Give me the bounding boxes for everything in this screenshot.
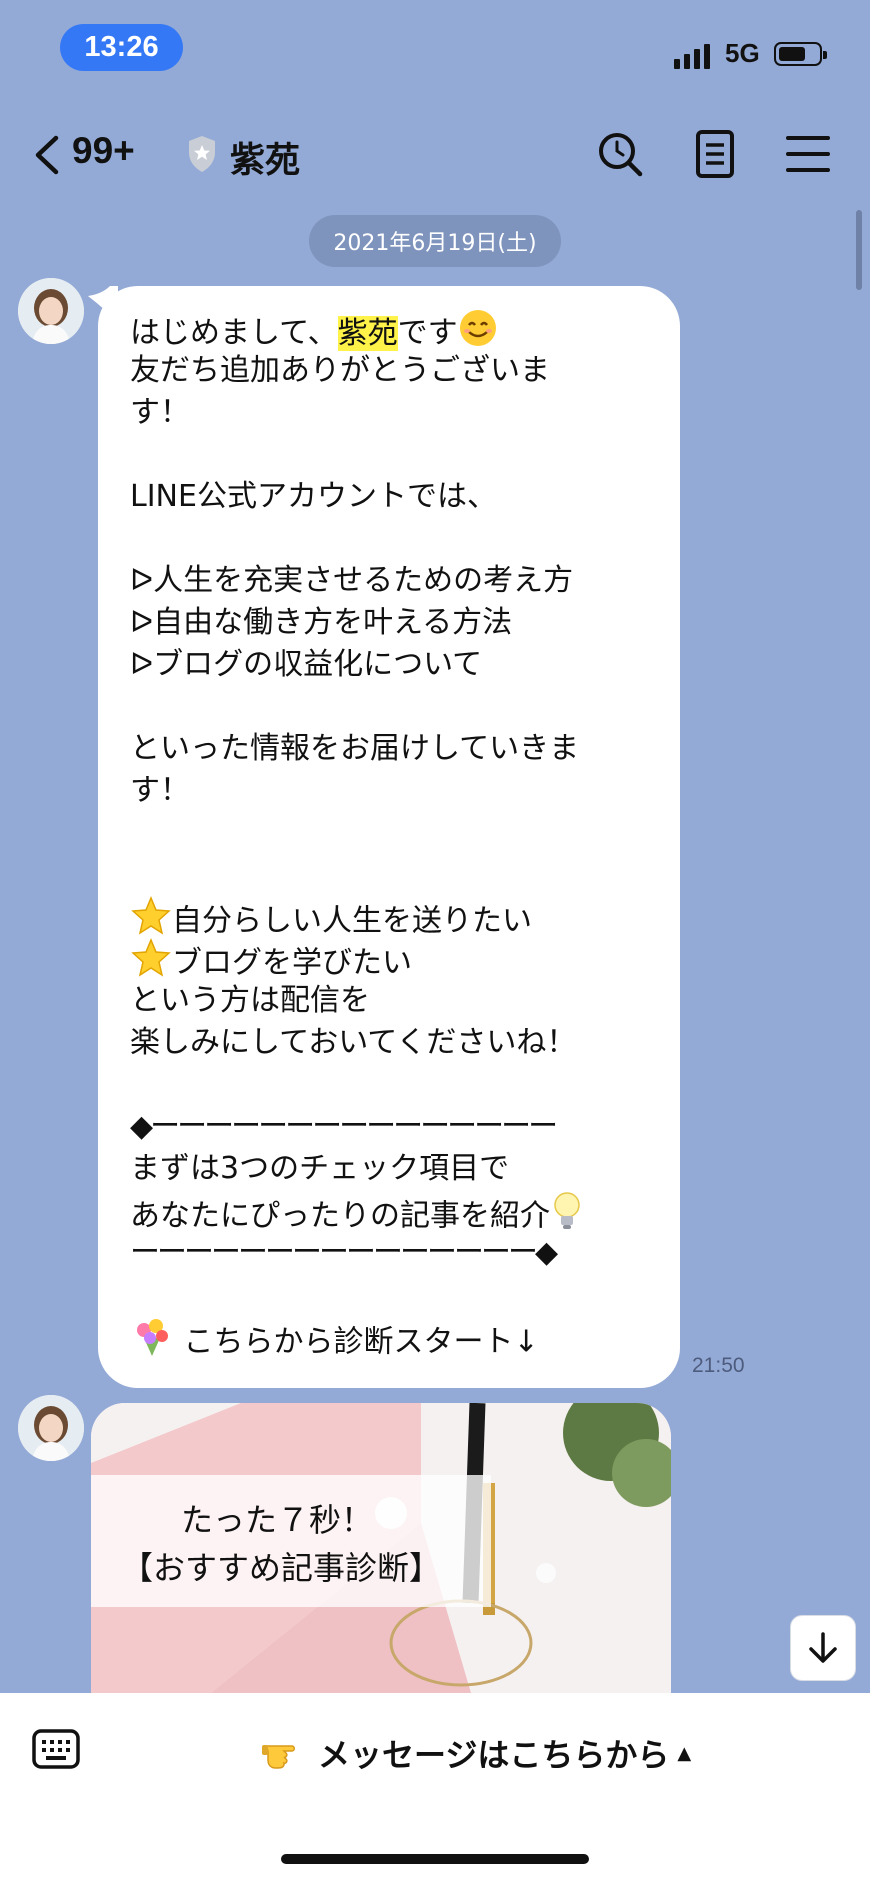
message-text: 楽しみにしておいてくださいね！ (130, 1025, 577, 1060)
message-bubble[interactable]: はじめまして、紫苑です 友だち追加ありがとうございま す！ LINE公式アカウン… (98, 286, 680, 1388)
avatar[interactable] (18, 278, 84, 344)
card-subtitle: 【おすすめ記事診断】 (121, 1549, 442, 1587)
back-icon[interactable] (28, 130, 68, 180)
battery-icon (774, 42, 827, 66)
bullet-item: ᐅ自由な働き方を叶える方法 (130, 605, 513, 640)
message-text: はじめまして、 (130, 315, 338, 351)
signal-icon (674, 44, 710, 69)
notes-icon[interactable] (690, 126, 742, 182)
arrow-down-icon (809, 1632, 837, 1663)
menu-icon[interactable] (782, 126, 834, 182)
lightbulb-emoji-icon (550, 1190, 584, 1244)
message-text: といった情報をお届けしていきま (130, 731, 580, 766)
verified-shield-icon (189, 136, 215, 172)
date-separator: 2021年6月19日(土) (309, 215, 561, 267)
message-text: LINE公式アカウントでは、 (130, 479, 497, 514)
message-text: ブログを学びたい (172, 945, 412, 981)
message-text: す！ (130, 395, 190, 430)
message-timestamp: 21:50 (692, 1354, 745, 1377)
search-icon[interactable] (594, 126, 646, 182)
keyboard-icon[interactable] (32, 1727, 80, 1771)
bullet-item: ᐅブログの収益化について (130, 647, 483, 682)
status-time: 13:26 (60, 24, 183, 71)
highlighted-name: 紫苑 (337, 315, 398, 351)
pointing-hand-icon (262, 1745, 295, 1769)
rich-menu-label: メッセージはこちらから (318, 1736, 670, 1774)
message-text: 自分らしい人生を送りたい (172, 903, 532, 939)
home-indicator[interactable] (281, 1854, 589, 1864)
scroll-to-bottom-button[interactable] (790, 1615, 856, 1681)
rich-menu-toggle[interactable]: メッセージはこちらから ▲ (262, 1730, 691, 1776)
message-text: です (397, 315, 458, 351)
bouquet-emoji-icon (130, 1316, 174, 1370)
message-text: す！ (130, 773, 190, 808)
divider-top: ◆ーーーーーーーーーーーーーーー (130, 1109, 558, 1144)
cta-text: こちらから診断スタート↓ (183, 1324, 539, 1360)
caret-up-icon: ▲ (677, 1742, 692, 1764)
unread-count[interactable]: 99+ (72, 130, 135, 172)
message-text: 友だち追加ありがとうございま (130, 353, 550, 388)
image-message-card[interactable]: たった７秒！ 【おすすめ記事診断】 (91, 1403, 671, 1693)
chat-title: 紫苑 (230, 141, 301, 181)
card-title: たった７秒！ (181, 1501, 374, 1539)
bullet-item: ᐅ人生を充実させるための考え方 (130, 563, 574, 598)
message-text: まずは3つのチェック項目で (130, 1151, 510, 1186)
scrollbar[interactable] (856, 210, 862, 290)
avatar[interactable] (18, 1395, 84, 1461)
message-text: あなたにぴったりの記事を紹介 (130, 1198, 550, 1234)
network-label: 5G (725, 38, 760, 68)
message-text: という方は配信を (130, 983, 370, 1018)
